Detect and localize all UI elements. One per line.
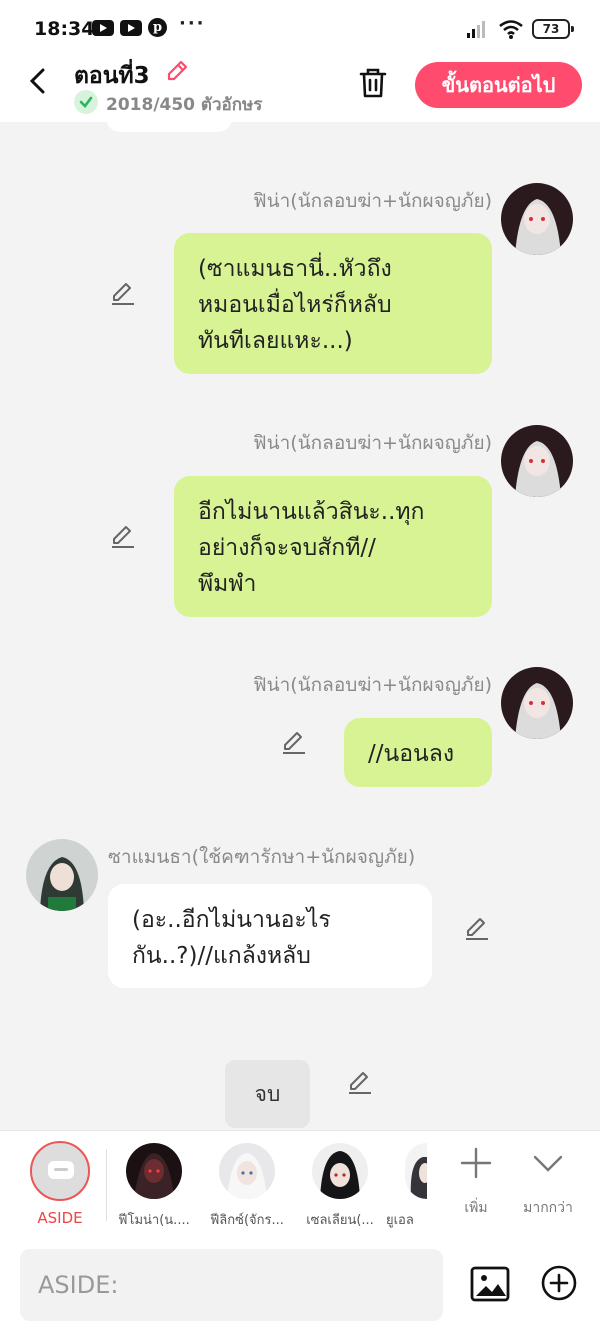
status-time: 18:34	[34, 18, 95, 40]
message-bubble[interactable]: อีกไม่นานแล้วสินะ..ทุก อย่างก็จะจบสักที/…	[174, 476, 492, 617]
character-avatar[interactable]	[405, 1143, 427, 1199]
wifi-icon	[499, 20, 523, 39]
aside-icon	[48, 1161, 74, 1179]
avatar[interactable]	[501, 425, 573, 497]
message-input[interactable]: ASIDE:	[20, 1249, 443, 1321]
sender-name: ฟิน่า(นักลอบฆ่า+นักผจญภัย)	[253, 432, 492, 454]
message-bubble[interactable]: (อะ..อีกไม่นานอะไร กัน..?)//แกล้งหลับ	[108, 884, 432, 988]
edit-message-icon[interactable]	[109, 279, 137, 307]
divider	[106, 1149, 107, 1221]
end-chip[interactable]: จบ	[225, 1060, 310, 1128]
top-header: ตอนที่3 2018/450 ตัวอักษร ขั้นตอนต่อไป	[0, 56, 600, 122]
edit-message-icon[interactable]	[463, 914, 491, 942]
add-icon[interactable]	[540, 1264, 578, 1302]
youtube-icon	[92, 19, 114, 36]
youtube-icon	[120, 19, 142, 36]
sender-name: ฟิน่า(นักลอบฆ่า+นักผจญภัย)	[253, 190, 492, 212]
character-avatar[interactable]	[219, 1143, 275, 1199]
system-icons: 73	[466, 18, 574, 40]
battery-indicator: 73	[532, 19, 574, 39]
character-selector: ASIDE ฟีโมน่า(น.... ฟีลิกซ์(จักร... เซลเ…	[0, 1130, 600, 1238]
edit-message-icon[interactable]	[109, 522, 137, 550]
trash-icon[interactable]	[356, 66, 390, 100]
chevron-down-icon[interactable]	[530, 1145, 566, 1181]
message-bubble[interactable]: (ซาแมนธานี่..หัวถึง หมอนเมื่อไหร่ก็หลับ …	[174, 233, 492, 374]
aside-label: ASIDE	[37, 1209, 83, 1227]
more-notifications-icon: ···	[179, 13, 206, 34]
character-avatar[interactable]	[312, 1143, 368, 1199]
check-icon	[74, 90, 98, 114]
episode-title: ตอนที่3	[74, 63, 150, 89]
input-bar: ASIDE:	[0, 1238, 600, 1333]
character-count: 2018/450 ตัวอักษร	[106, 95, 263, 115]
avatar[interactable]	[26, 839, 98, 911]
chat-area[interactable]: ฟิน่า(นักลอบฆ่า+นักผจญภัย) (ซาแมนธานี่..…	[0, 122, 600, 1130]
signal-icon	[467, 21, 485, 38]
character-label: เซลเลียน(...	[306, 1213, 374, 1228]
character-avatar[interactable]	[126, 1143, 182, 1199]
back-arrow-icon[interactable]	[24, 66, 54, 96]
notification-icons: p ···	[92, 13, 206, 37]
character-label: ยูเอล	[386, 1213, 414, 1228]
add-character-icon[interactable]	[458, 1145, 494, 1181]
message-bubble[interactable]: //นอนลง	[344, 718, 492, 787]
sender-name: ซาแมนธา(ใช้คฑารักษา+นักผจญภัย)	[108, 846, 416, 868]
edit-end-icon[interactable]	[346, 1068, 374, 1096]
aside-character[interactable]	[30, 1141, 90, 1201]
edit-message-icon[interactable]	[280, 728, 308, 756]
next-step-button[interactable]: ขั้นตอนต่อไป	[415, 62, 582, 108]
add-label: เพิ่ม	[464, 1200, 488, 1216]
pinterest-icon: p	[148, 18, 167, 37]
previous-bubble-fragment	[106, 122, 232, 132]
image-icon[interactable]	[470, 1264, 510, 1304]
character-label: ฟีลิกซ์(จักร...	[210, 1213, 284, 1228]
avatar[interactable]	[501, 667, 573, 739]
status-bar: 18:34 p ··· 73	[0, 0, 600, 56]
more-label: มากกว่า	[523, 1200, 573, 1216]
edit-title-icon[interactable]	[164, 58, 190, 84]
sender-name: ฟิน่า(นักลอบฆ่า+นักผจญภัย)	[253, 674, 492, 696]
avatar[interactable]	[501, 183, 573, 255]
character-label: ฟีโมน่า(น....	[118, 1213, 190, 1228]
